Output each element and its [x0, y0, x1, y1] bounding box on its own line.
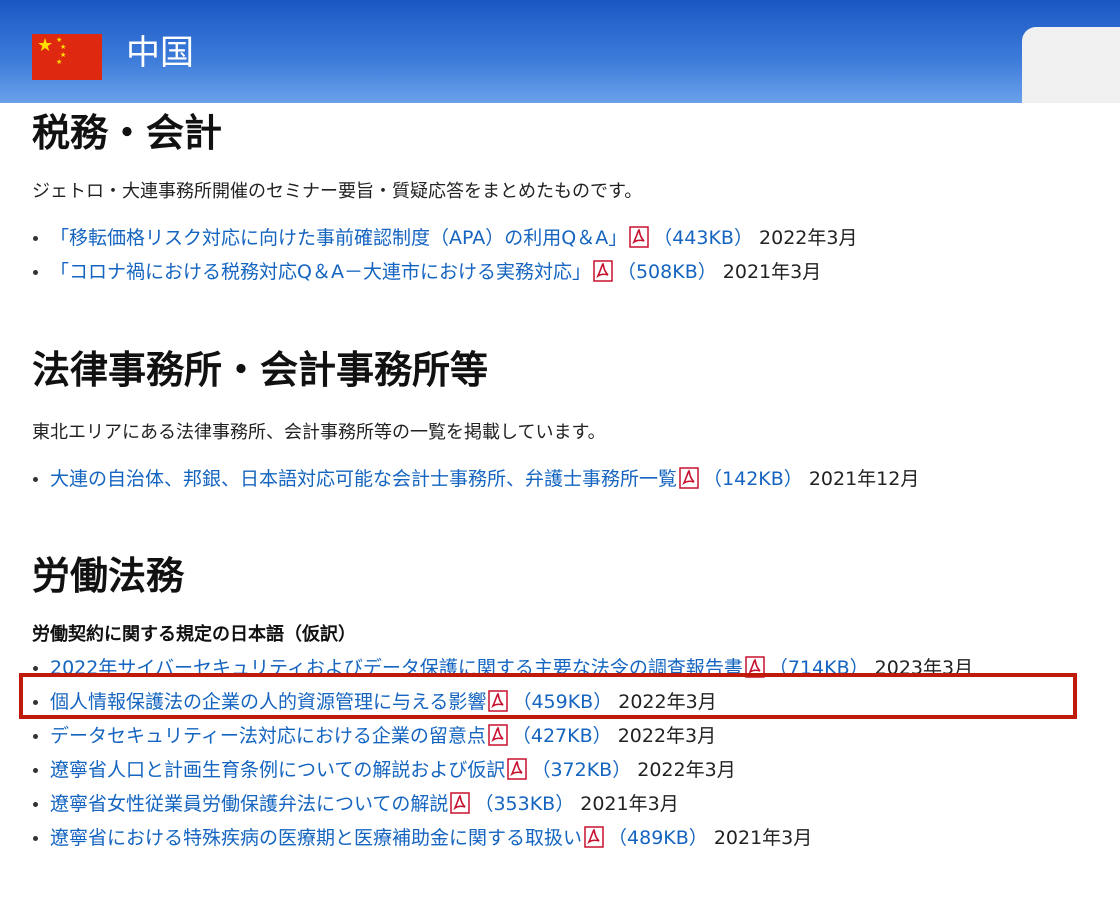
file-size[interactable]: （508KB）	[617, 261, 717, 283]
pdf-icon[interactable]	[488, 724, 508, 746]
pdf-icon[interactable]	[593, 260, 613, 282]
list-item: 遼寧省における特殊疾病の医療期と医療補助金に関する取扱い （489KB） 2021…	[32, 821, 1102, 855]
file-size[interactable]: （443KB）	[653, 227, 753, 249]
list-item: 「移転価格リスク対応に向けた事前確認制度（APA）の利用Q＆A」 （443KB） …	[32, 221, 1102, 255]
publish-date: 2021年3月	[713, 827, 813, 849]
section-title-tax: 税務・会計	[32, 111, 223, 155]
file-size[interactable]: （489KB）	[608, 827, 708, 849]
highlight-box	[19, 673, 1077, 719]
publish-date: 2022年3月	[637, 759, 736, 781]
pdf-icon[interactable]	[450, 792, 471, 814]
china-flag-icon: ★ ★ ★ ★ ★	[32, 34, 102, 80]
document-link[interactable]: 遼寧省における特殊疾病の医療期と医療補助金に関する取扱い	[50, 827, 582, 849]
file-size[interactable]: （353KB）	[474, 793, 574, 815]
document-list: 「移転価格リスク対応に向けた事前確認制度（APA）の利用Q＆A」 （443KB） …	[32, 221, 1102, 289]
section-title-law-firms: 法律事務所・会計事務所等	[32, 348, 489, 392]
section-description: ジェトロ・大連事務所開催のセミナー要旨・質疑応答をまとめたものです。	[32, 181, 643, 202]
main-content: 税務・会計 ジェトロ・大連事務所開催のセミナー要旨・質疑応答をまとめたものです。…	[32, 103, 1102, 855]
file-size[interactable]: （427KB）	[512, 725, 612, 747]
file-size[interactable]: （372KB）	[531, 759, 631, 781]
list-item: 遼寧省人口と計画生育条例についての解説および仮訳 （372KB） 2022年3月	[32, 753, 1102, 787]
section-description: 東北エリアにある法律事務所、会計事務所等の一覧を掲載しています。	[32, 422, 606, 443]
publish-date: 2021年12月	[808, 468, 920, 490]
section-title-labor-law: 労働法務	[32, 554, 185, 598]
document-link[interactable]: 大連の自治体、邦銀、日本語対応可能な会計士事務所、弁護士事務所一覧	[50, 468, 677, 490]
list-item: データセキュリティー法対応における企業の留意点 （427KB） 2022年3月	[32, 719, 1102, 753]
document-link[interactable]: 遼寧省人口と計画生育条例についての解説および仮訳	[50, 759, 505, 781]
country-title: 中国	[126, 33, 194, 73]
site-header: ★ ★ ★ ★ ★ 中国	[0, 0, 1120, 103]
subheading: 労働契約に関する規定の日本語（仮訳）	[32, 624, 356, 645]
document-link[interactable]: 「コロナ禍における税務対応Q＆A－大連市における実務対応」	[50, 261, 591, 283]
list-item: 大連の自治体、邦銀、日本語対応可能な会計士事務所、弁護士事務所一覧 （142KB）…	[32, 462, 1102, 496]
publish-date: 2021年3月	[580, 793, 679, 815]
pdf-icon[interactable]	[507, 758, 528, 780]
document-link[interactable]: 「移転価格リスク対応に向けた事前確認制度（APA）の利用Q＆A」	[50, 227, 627, 249]
file-size[interactable]: （142KB）	[703, 468, 803, 490]
document-link[interactable]: 遼寧省女性従業員労働保護弁法についての解説	[50, 793, 448, 815]
list-item: 「コロナ禍における税務対応Q＆A－大連市における実務対応」 （508KB） 202…	[32, 255, 1102, 289]
document-link[interactable]: データセキュリティー法対応における企業の留意点	[50, 725, 486, 747]
pdf-icon[interactable]	[629, 226, 649, 248]
header-tab[interactable]	[1022, 27, 1120, 103]
list-item: 遼寧省女性従業員労働保護弁法についての解説 （353KB） 2021年3月	[32, 787, 1102, 821]
pdf-icon[interactable]	[584, 826, 604, 848]
document-list: 大連の自治体、邦銀、日本語対応可能な会計士事務所、弁護士事務所一覧 （142KB）…	[32, 462, 1102, 496]
publish-date: 2022年3月	[759, 227, 858, 249]
publish-date: 2022年3月	[617, 725, 717, 747]
publish-date: 2021年3月	[722, 261, 822, 283]
pdf-icon[interactable]	[679, 467, 699, 489]
